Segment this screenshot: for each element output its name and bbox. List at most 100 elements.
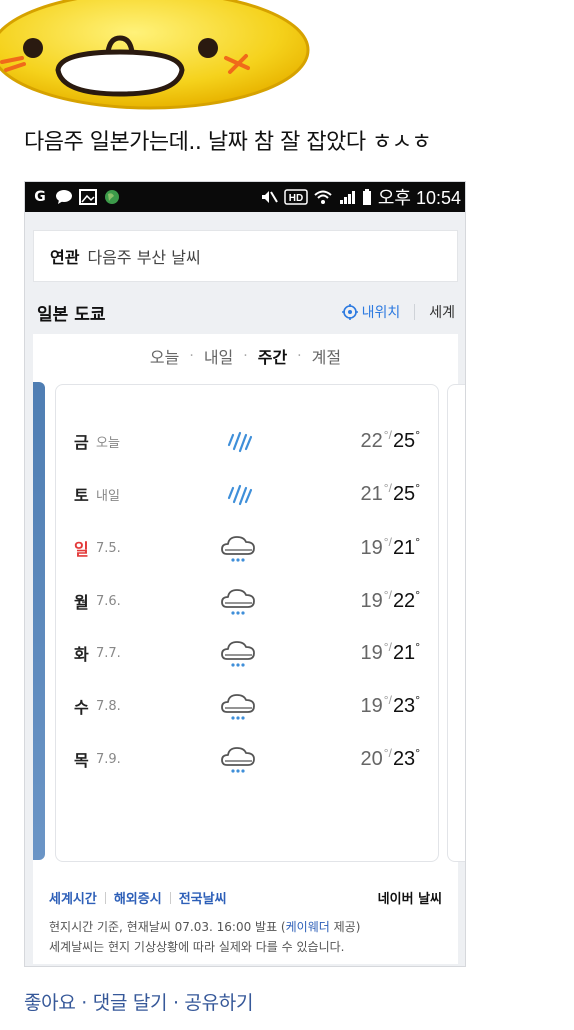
tab-separator: · (189, 348, 194, 364)
divider (414, 304, 416, 320)
tab-today[interactable]: 오늘 (150, 344, 179, 368)
forecast-temps: 19 °/21 ° (361, 528, 420, 568)
signal-icon (338, 188, 356, 206)
temp-low: 19 (360, 694, 383, 717)
weather-footer: 세계시간 해외증시 전국날씨 네이버 날씨 현지시간 기준, 현재날씨 07.0… (33, 878, 458, 964)
degree-mark: °/ (383, 535, 392, 549)
status-bar: G HD 오후 10:54 (25, 182, 465, 212)
degree-mark: ° (415, 746, 420, 760)
world-button[interactable]: 세계 (429, 302, 455, 322)
forecast-temps: 20 °/23 ° (361, 739, 420, 779)
crosshair-icon (341, 304, 358, 320)
divider (104, 891, 106, 904)
divider (169, 891, 171, 904)
degree-mark: °/ (383, 640, 392, 654)
degree-mark: ° (415, 640, 420, 654)
temp-low: 21 (360, 482, 383, 505)
related-search[interactable]: 연관 다음주 부산 날씨 (33, 230, 458, 282)
wifi-icon (314, 188, 332, 206)
degree-mark: °/ (383, 481, 392, 495)
naver-weather-brand[interactable]: 네이버 날씨 (378, 888, 442, 907)
forecast-temps: 22 °/25 ° (361, 421, 420, 461)
forecast-row: 토 내일 21 °/25 ° (74, 474, 424, 514)
note-disclaimer: 세계날씨는 현지 기상상황에 따라 실제와 다를 수 있습니다. (49, 940, 345, 954)
temp-low: 22 (360, 429, 383, 452)
hd-icon: HD (284, 188, 308, 206)
cloud-rain-icon (219, 635, 259, 671)
degree-mark: °/ (383, 588, 392, 602)
degree-mark: °/ (383, 693, 392, 707)
cloud-rain-icon (219, 688, 259, 724)
temp-high: 21 (392, 641, 416, 664)
talk-icon (55, 188, 73, 206)
location-header: 일본 도쿄 내위치 세계 (25, 290, 465, 334)
phone-screenshot: G HD 오후 10:54 연관 다음주 부산 날씨 일본 도쿄 내위치 세계 … (24, 181, 466, 967)
forecast-date: 7.5. (96, 540, 121, 556)
foreign-stock-link[interactable]: 해외증시 (114, 888, 162, 907)
forecast-row: 수 7.8. 19 °/23 ° (74, 686, 424, 726)
g-app-icon: G (34, 189, 46, 205)
note-prefix: 현지시간 기준, 현재날씨 07.03. 16:00 발표 ( (49, 920, 286, 934)
temp-high: 22 (392, 589, 416, 612)
temp-high: 25 (392, 429, 416, 452)
post-text: 다음주 일본가는데.. 날짜 참 잘 잡았다 ㅎㅅㅎ (24, 130, 432, 155)
forecast-day: 화 (74, 645, 89, 664)
globe-icon (103, 188, 121, 206)
temp-high: 23 (392, 694, 416, 717)
related-link[interactable]: 다음주 부산 날씨 (87, 244, 200, 268)
national-weather-link[interactable]: 전국날씨 (179, 888, 227, 907)
forecast-day: 수 (74, 698, 89, 717)
forecast-date: 오늘 (96, 435, 120, 451)
forecast-row: 일 7.5. 19 °/21 ° (74, 528, 424, 568)
tab-separator: · (297, 348, 302, 364)
forecast-date: 7.7. (96, 645, 121, 661)
tab-weekly[interactable]: 주간 (258, 344, 287, 368)
rain-icon (219, 476, 259, 512)
location-title: 일본 도쿄 (37, 304, 106, 325)
post-actions[interactable]: 좋아요 · 댓글 달기 · 공유하기 (24, 988, 253, 1015)
temp-high: 25 (392, 482, 416, 505)
forecast-temps: 19 °/23 ° (361, 686, 420, 726)
svg-text:HD: HD (289, 193, 303, 204)
temp-low: 20 (360, 747, 383, 770)
forecast-row: 월 7.6. 19 °/22 ° (74, 581, 424, 621)
prev-card-peek[interactable] (33, 382, 45, 860)
rain-icon (219, 423, 259, 459)
cloud-rain-icon (219, 583, 259, 619)
tab-season[interactable]: 계절 (312, 344, 341, 368)
temp-high: 21 (392, 536, 416, 559)
degree-mark: ° (415, 535, 420, 549)
forecast-day: 일 (74, 540, 89, 559)
forecast-date: 7.6. (96, 593, 121, 609)
my-location-button[interactable]: 내위치 (341, 302, 401, 322)
forecast-temps: 19 °/21 ° (361, 633, 420, 673)
temp-low: 19 (360, 641, 383, 664)
degree-mark: ° (415, 693, 420, 707)
forecast-row: 금 오늘 22 °/25 ° (74, 421, 424, 461)
mute-icon (260, 188, 278, 206)
cloud-rain-icon (219, 741, 259, 777)
gallery-icon (79, 188, 97, 206)
footer-note: 현지시간 기준, 현재날씨 07.03. 16:00 발표 (케이웨더 제공) … (49, 917, 442, 957)
tab-tomorrow[interactable]: 내일 (204, 344, 233, 368)
my-location-label: 내위치 (361, 305, 401, 321)
degree-mark: ° (415, 481, 420, 495)
next-card-peek[interactable] (447, 384, 465, 862)
status-time: 오후 10:54 (377, 188, 461, 208)
forecast-temps: 19 °/22 ° (361, 581, 420, 621)
battery-icon (362, 188, 372, 206)
temp-high: 23 (392, 747, 416, 770)
temp-low: 19 (360, 589, 383, 612)
kweather-link[interactable]: 케이웨더 (286, 920, 330, 934)
degree-mark: °/ (383, 746, 392, 760)
tab-separator: · (243, 348, 248, 364)
forecast-temps: 21 °/25 ° (361, 474, 420, 514)
note-suffix: 제공) (329, 920, 361, 934)
forecast-date: 7.9. (96, 751, 121, 767)
forecast-day: 목 (74, 751, 89, 770)
world-time-link[interactable]: 세계시간 (49, 888, 97, 907)
temp-low: 19 (360, 536, 383, 559)
forecast-row: 목 7.9. 20 °/23 ° (74, 739, 424, 779)
degree-mark: ° (415, 588, 420, 602)
degree-mark: °/ (383, 428, 392, 442)
